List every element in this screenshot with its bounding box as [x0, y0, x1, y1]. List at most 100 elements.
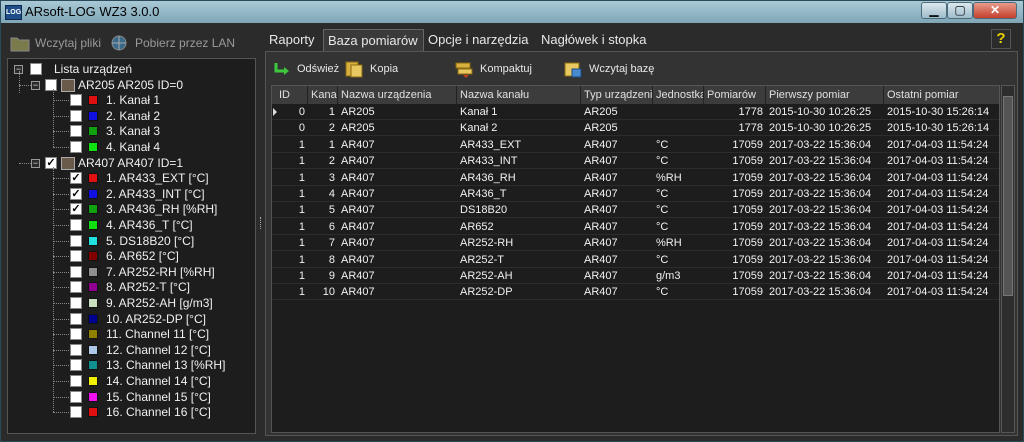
backup-button[interactable]: Kopia zapasowa [344, 56, 450, 101]
tree-channel-item[interactable]: ✓ 3. AR436_RH [%RH] [8, 201, 248, 217]
table-cell: °C [656, 253, 669, 266]
tree-root-checkbox[interactable] [30, 63, 42, 75]
channel-color-swatch [88, 204, 98, 215]
table-cell: °C [656, 220, 669, 233]
maximize-button[interactable]: ▢ [947, 2, 973, 19]
channel-checkbox[interactable] [70, 125, 82, 138]
channel-checkbox[interactable] [70, 406, 82, 419]
table-row[interactable]: 1 9 AR407 AR252-AH AR407 g/m3 17059 2017-03-22 … [272, 268, 999, 284]
channel-checkbox[interactable] [70, 375, 82, 387]
tree-channel-item[interactable]: 4. AR436_T [°C] [8, 217, 248, 233]
load-files-button[interactable]: Wczytaj pliki [10, 31, 110, 55]
channel-label: 3. AR436_RH [%RH] [106, 202, 218, 217]
table-row[interactable]: 1 1 AR407 AR433_EXT AR407 °C 17059 2017-03-22 1… [272, 137, 999, 153]
tree-channel-item[interactable]: ✓ 2. AR433_INT [°C] [8, 186, 248, 202]
tree-channel-item[interactable]: 2. Kanał 2 [8, 108, 248, 124]
tree-channel-item[interactable]: 7. AR252-RH [%RH] [8, 264, 248, 280]
channel-checkbox[interactable] [70, 297, 82, 309]
tree-channel-item[interactable]: 11. Channel 11 [°C] [8, 326, 248, 342]
table-row[interactable]: 1 6 AR407 AR652 AR407 °C 17059 2017-03-22 15:36… [272, 219, 999, 235]
channel-checkbox[interactable] [70, 343, 82, 356]
column-header[interactable]: ID [276, 86, 308, 104]
tab-0[interactable]: Raporty [265, 29, 331, 51]
channel-checkbox[interactable] [70, 219, 82, 231]
tree-channel-item[interactable]: 9. AR252-AH [g/m3] [8, 295, 248, 311]
close-button[interactable]: ✕ [973, 2, 1017, 19]
tree-channel-item[interactable]: 5. DS18B20 [°C] [8, 233, 248, 249]
tree-channel-item[interactable]: 15. Channel 15 [°C] [8, 389, 248, 405]
tree-channel-item[interactable]: 6. AR652 [°C] [8, 248, 248, 264]
channel-checkbox[interactable] [70, 312, 82, 325]
tab-3[interactable]: Nagłówek i stopka [537, 29, 665, 51]
column-header[interactable]: Ostatni pomiar [884, 86, 999, 104]
channel-checkbox[interactable] [70, 281, 82, 294]
column-header[interactable]: Kanał [308, 86, 338, 104]
table-row[interactable]: 1 2 AR407 AR433_INT AR407 °C 17059 2017-03-22 1… [272, 153, 999, 170]
table-row[interactable]: 1 5 AR407 DS18B20 AR407 °C 17059 2017-03-22 15:… [272, 202, 999, 219]
channel-color-swatch [88, 251, 98, 262]
tree-collapse-icon[interactable]: − [31, 80, 40, 90]
channel-checkbox[interactable] [70, 265, 82, 278]
tab-1[interactable]: Baza pomiarów [323, 29, 424, 51]
tree-channel-item[interactable]: 10. AR252-DP [°C] [8, 311, 248, 327]
load-db-button[interactable]: Wczytaj bazę [563, 56, 659, 82]
tree-channel-item[interactable]: 13. Channel 13 [%RH] [8, 357, 248, 373]
tree-channel-item[interactable]: 4. Kanał 4 [8, 139, 248, 155]
channel-color-swatch [88, 235, 98, 246]
panel-splitter[interactable] [260, 217, 263, 229]
device-tree[interactable]: − Lista urządzeń − AR205 AR205 ID=0 1. Kanał… [7, 58, 256, 434]
table-row[interactable]: 1 3 AR407 AR436_RH AR407 %RH 17059 2017-03-22 1… [272, 170, 999, 186]
tree-channel-item[interactable]: 3. Kanał 3 [8, 123, 248, 139]
column-header[interactable]: Pomiarów [704, 86, 766, 104]
column-header[interactable]: Jednostka [653, 86, 704, 104]
channel-checkbox[interactable] [70, 250, 82, 263]
column-header[interactable]: Nazwa urządzenia [338, 86, 457, 104]
channel-checkbox[interactable] [70, 109, 82, 122]
channel-checkbox[interactable] [70, 234, 82, 247]
channel-checkbox[interactable]: ✓ [70, 203, 82, 216]
help-button[interactable]: ? [991, 29, 1011, 49]
refresh-button[interactable]: Odśwież [272, 56, 340, 82]
minimize-button[interactable]: ▁ [921, 2, 947, 19]
tree-channel-item[interactable]: 16. Channel 16 [°C] [8, 404, 248, 420]
channel-checkbox[interactable] [70, 94, 82, 107]
column-header[interactable]: Pierwszy pomiar [766, 86, 884, 104]
column-header[interactable]: Typ urządzenia [581, 86, 653, 104]
table-vertical-scrollbar[interactable] [1001, 85, 1015, 433]
device-checkbox[interactable]: ✓ [45, 156, 57, 169]
device-checkbox[interactable] [45, 78, 57, 91]
table-cell: AR407 [341, 188, 375, 200]
channel-checkbox[interactable] [70, 141, 82, 153]
table-row[interactable]: 0 2 AR205 Kanał 2 AR205 1778 2015-10-30 10:26:… [272, 120, 999, 137]
tab-2[interactable]: Opcje i narzędzia [424, 29, 545, 51]
tree-channel-item[interactable]: ✓ 1. AR433_EXT [°C] [8, 170, 248, 186]
channel-label: 10. AR252-DP [°C] [106, 311, 206, 326]
tree-channel-item[interactable]: 14. Channel 14 [°C] [8, 373, 248, 389]
tree-device-1[interactable]: − ✓ AR407 AR407 ID=1 [8, 155, 248, 171]
channel-checkbox[interactable] [70, 359, 82, 372]
tree-channel-item[interactable]: 1. Kanał 1 [8, 92, 248, 108]
channel-checkbox[interactable]: ✓ [70, 172, 82, 185]
table-row[interactable]: 1 10 AR407 AR252-DP AR407 °C 17059 2017-03-22 1… [272, 284, 999, 301]
folder-icon [10, 37, 30, 52]
tree-device-0[interactable]: − AR205 AR205 ID=0 [8, 77, 248, 93]
scrollbar-thumb[interactable] [1003, 96, 1013, 296]
download-lan-button[interactable]: Pobierz przez LAN [110, 31, 250, 55]
channel-label: 9. AR252-AH [g/m3] [106, 296, 213, 310]
table-row[interactable]: 1 8 AR407 AR252-T AR407 °C 17059 2017-03-22 15:… [272, 252, 999, 268]
title-bar[interactable]: LOG ARsoft-LOG WZ3 3.0.0 ▁ ▢ ✕ [1, 1, 1023, 23]
tree-root[interactable]: − Lista urządzeń [8, 61, 248, 77]
channel-checkbox[interactable] [70, 328, 82, 341]
table-row[interactable]: 1 7 AR407 AR252-RH AR407 %RH 17059 2017-03-22 1… [272, 235, 999, 252]
tree-channel-item[interactable]: 12. Channel 12 [°C] [8, 342, 248, 358]
channel-checkbox[interactable] [70, 390, 82, 403]
tree-collapse-icon[interactable]: − [31, 158, 40, 168]
measurements-table[interactable]: ID Kanał Nazwa urządzenia Nazwa kanału Typ u… [271, 85, 1000, 433]
column-header[interactable]: Nazwa kanału [457, 86, 581, 104]
table-row[interactable]: 1 4 AR407 AR436_T AR407 °C 17059 2017-03-22 15:… [272, 186, 999, 202]
table-cell: °C [656, 138, 669, 151]
compact-db-button[interactable]: Kompaktuj bazę [454, 56, 558, 101]
table-row[interactable]: 0 1 AR205 Kanał 1 AR205 1778 2015-10-30 10:26:… [272, 104, 999, 120]
tree-channel-item[interactable]: 8. AR252-T [°C] [8, 279, 248, 295]
channel-checkbox[interactable]: ✓ [70, 187, 82, 200]
